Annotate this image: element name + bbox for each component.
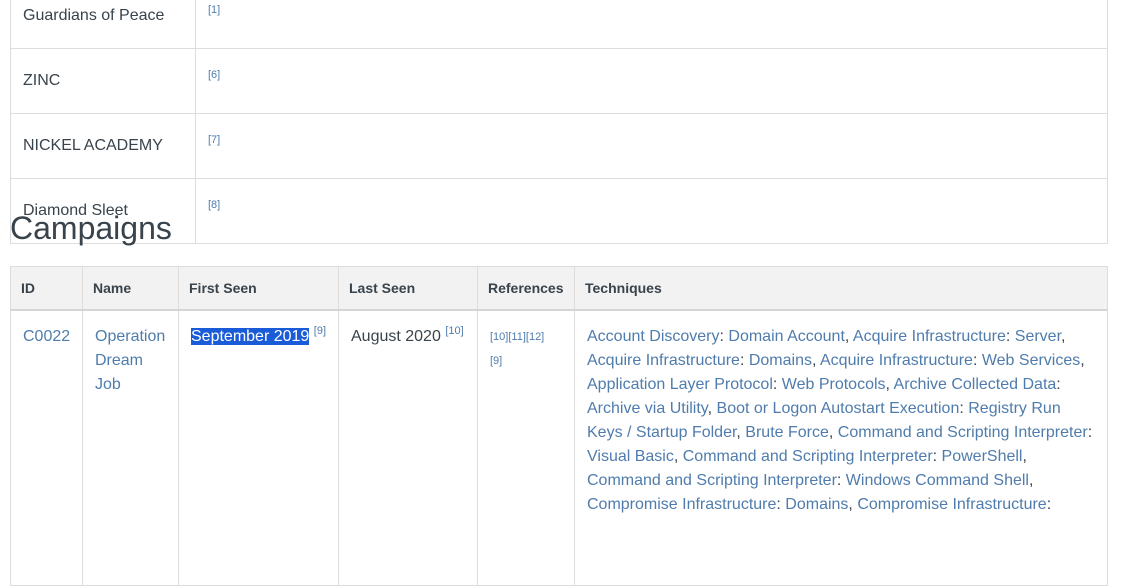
technique-link[interactable]: Acquire Infrastructure (853, 328, 1006, 345)
technique-link[interactable]: Compromise Infrastructure (857, 496, 1046, 513)
group-name: NICKEL ACADEMY (10, 113, 196, 179)
reference-link[interactable]: [6] (208, 69, 220, 81)
column-header-id[interactable]: ID (10, 266, 83, 311)
reference-link[interactable]: [12] (526, 331, 544, 343)
table-row: C0022 Operation Dream Job September 2019… (10, 309, 1108, 586)
first-seen-value-selected: September 2019 (191, 328, 310, 345)
reference-link[interactable]: [11] (508, 331, 526, 343)
technique-link[interactable]: Command and Scripting Interpreter (683, 448, 933, 465)
sub-technique-link[interactable]: Windows Command Shell (846, 472, 1029, 489)
technique-link[interactable]: Brute Force (745, 424, 829, 441)
sub-technique-link[interactable]: Web Protocols (782, 376, 886, 393)
reference-link[interactable]: [10] (490, 331, 508, 343)
technique-link[interactable]: Command and Scripting Interpreter (587, 472, 837, 489)
group-name: Guardians of Peace (10, 0, 196, 49)
column-header-techniques[interactable]: Techniques (574, 266, 1108, 311)
sub-technique-link[interactable]: Domains (749, 352, 812, 369)
reference-link[interactable]: [10] (445, 325, 463, 337)
reference-link[interactable]: [8] (208, 199, 220, 211)
sub-technique-link[interactable]: PowerShell (942, 448, 1023, 465)
sub-technique-link[interactable]: Domain Account (728, 328, 845, 345)
table-header-row: ID Name First Seen Last Seen References … (10, 266, 1108, 311)
campaign-name-link[interactable]: Operation Dream Job (95, 328, 165, 393)
column-header-name[interactable]: Name (82, 266, 179, 311)
sub-technique-link[interactable]: Server (1015, 328, 1061, 345)
associated-groups-table: Guardians of Peace [1] ZINC [6] NICKEL A… (10, 0, 1108, 244)
sub-technique-link[interactable]: Archive via Utility (587, 400, 708, 417)
technique-link[interactable]: Account Discovery (587, 328, 720, 345)
technique-link[interactable]: Application Layer Protocol (587, 376, 773, 393)
reference-link[interactable]: [7] (208, 134, 220, 146)
column-header-last-seen[interactable]: Last Seen (338, 266, 478, 311)
technique-link[interactable]: Compromise Infrastructure (587, 496, 776, 513)
technique-link[interactable]: Acquire Infrastructure (587, 352, 740, 369)
references-list: [10][11][12] [9] (490, 325, 562, 373)
campaigns-heading: Campaigns (10, 210, 172, 246)
technique-link[interactable]: Archive Collected Data (894, 376, 1057, 393)
sub-technique-link[interactable]: Domains (785, 496, 848, 513)
column-header-first-seen[interactable]: First Seen (178, 266, 339, 311)
table-row: NICKEL ACADEMY [7] (10, 113, 1108, 179)
technique-link[interactable]: Command and Scripting Interpreter (838, 424, 1088, 441)
reference-link[interactable]: [9] (314, 325, 326, 337)
table-row: Diamond Sleet [8] (10, 178, 1108, 244)
group-name: ZINC (10, 48, 196, 114)
table-row: ZINC [6] (10, 48, 1108, 114)
sub-technique-link[interactable]: Web Services (982, 352, 1080, 369)
column-header-references[interactable]: References (477, 266, 575, 311)
reference-link[interactable]: [9] (490, 355, 502, 367)
sub-technique-link[interactable]: Visual Basic (587, 448, 674, 465)
technique-link[interactable]: Boot or Logon Autostart Execution (717, 400, 960, 417)
technique-link[interactable]: Acquire Infrastructure (820, 352, 973, 369)
techniques-list: Account Discovery: Domain Account, Acqui… (587, 328, 1093, 513)
campaigns-table: ID Name First Seen Last Seen References … (10, 266, 1108, 586)
last-seen-value: August 2020 (351, 328, 441, 345)
campaign-id-link[interactable]: C0022 (23, 328, 70, 345)
table-row: Guardians of Peace [1] (10, 0, 1108, 49)
reference-link[interactable]: [1] (208, 4, 220, 16)
